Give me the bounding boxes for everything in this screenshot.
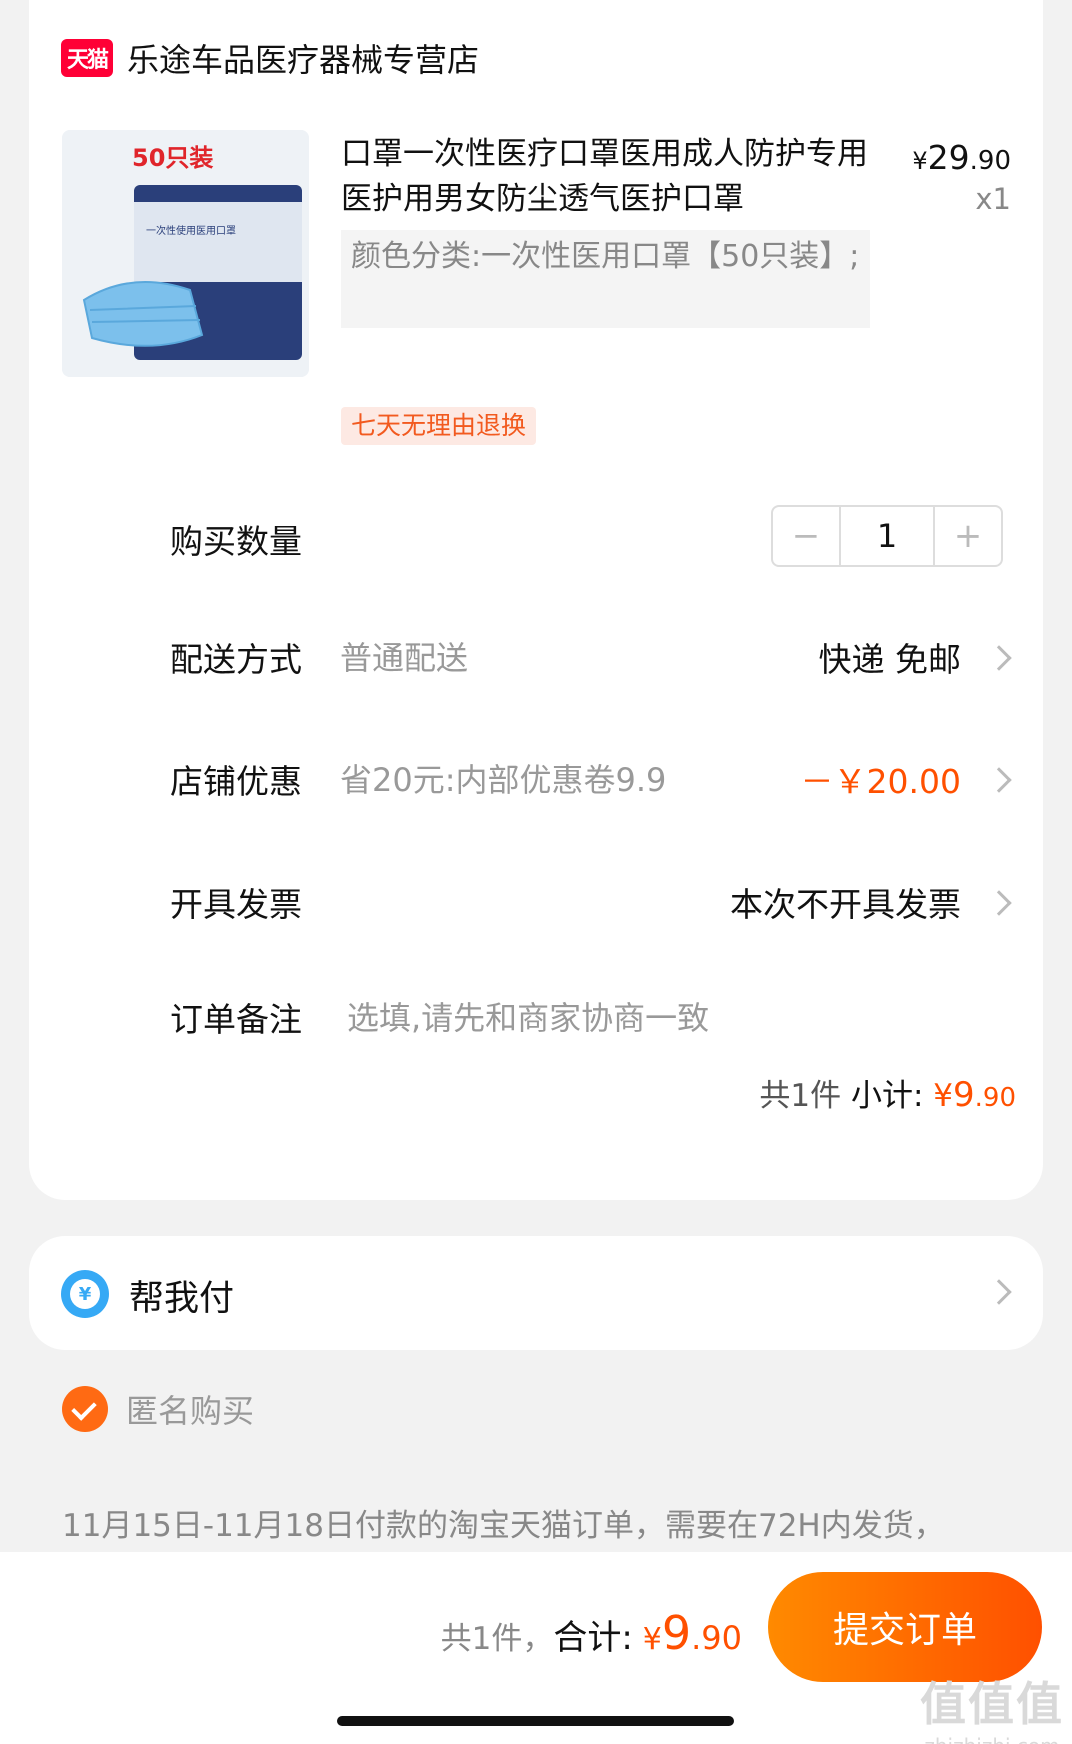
subtotal: 共1件 小计: ¥9.90 [759, 1070, 1016, 1115]
price-cents: .90 [969, 146, 1011, 176]
delivery-label: 配送方式 [170, 640, 302, 679]
invoice-value[interactable]: 本次不开具发票 [730, 878, 961, 926]
quantity-stepper[interactable]: − 1 + [771, 505, 1003, 567]
submit-order-button[interactable]: 提交订单 [768, 1572, 1042, 1682]
quantity-plus-button[interactable]: + [935, 507, 1001, 565]
delivery-sub: 普通配送 [340, 639, 469, 677]
return-policy-badge: 七天无理由退换 [341, 407, 537, 445]
price-int: 29 [927, 138, 970, 177]
product-quantity-mark: x1 [975, 182, 1011, 216]
quantity-label: 购买数量 [170, 522, 302, 561]
order-card: 天猫 乐途车品医疗器械专营店 50只装 一次性使用医用口罩 口罩一次性医疗口罩医… [29, 0, 1043, 1200]
mask-package-icon: 50只装 一次性使用医用口罩 [62, 130, 309, 377]
store-name[interactable]: 乐途车品医疗器械专营店 [127, 35, 479, 81]
sku-info[interactable]: 颜色分类:一次性医用口罩【50只装】; [341, 230, 870, 328]
yuan-coin-icon: ¥ [61, 1270, 109, 1318]
help-pay-row[interactable]: ¥ 帮我付 [29, 1236, 1043, 1350]
order-total: 共1件，合计: ¥9.90 [441, 1606, 742, 1660]
invoice-chevron-icon[interactable] [986, 890, 1012, 916]
checkout-bar: 共1件，合计: ¥9.90 提交订单 值值值 zhizhizhi.com [0, 1552, 1072, 1744]
price-currency: ¥ [912, 147, 928, 175]
total-count: 共1件， [440, 1621, 554, 1657]
coupon-label: 店铺优惠 [170, 762, 302, 801]
shipping-notice: 11月15日-11月18日付款的淘宝天猫订单，需要在72H内发货， [62, 1508, 945, 1544]
subtotal-amount: ¥9.90 [933, 1075, 1016, 1115]
subtotal-count: 共1件 [759, 1078, 842, 1114]
image-caption: 50只装 [132, 144, 213, 172]
remark-label: 订单备注 [170, 1000, 302, 1039]
tmall-logo-icon: 天猫 [61, 39, 113, 77]
anonymous-purchase-label[interactable]: 匿名购买 [126, 1386, 254, 1432]
coupon-chevron-icon[interactable] [986, 767, 1012, 793]
quantity-value[interactable]: 1 [839, 507, 935, 565]
coupon-value[interactable]: －￥20.00 [801, 755, 961, 803]
anonymous-purchase-toggle[interactable]: 匿名购买 [62, 1386, 254, 1432]
remark-input[interactable]: 选填,请先和商家协商一致 [347, 993, 709, 1039]
total-label: 合计: [553, 1618, 633, 1658]
invoice-label: 开具发票 [170, 885, 302, 924]
product-image[interactable]: 50只装 一次性使用医用口罩 [62, 130, 309, 377]
coupon-sub: 省20元:内部优惠卷9.9 [340, 761, 667, 799]
subtotal-label: 小计: [850, 1078, 924, 1114]
product-title[interactable]: 口罩一次性医疗口罩医用成人防护专用医护用男女防尘透气医护口罩 [341, 132, 881, 222]
home-indicator[interactable] [337, 1716, 734, 1726]
delivery-value[interactable]: 快递 免邮 [819, 633, 962, 681]
help-pay-chevron-icon[interactable] [986, 1279, 1012, 1305]
watermark: 值值值 zhizhizhi.com [920, 1677, 1064, 1744]
delivery-chevron-icon[interactable] [986, 645, 1012, 671]
total-amount: ¥9.90 [642, 1606, 742, 1660]
quantity-minus-button[interactable]: − [773, 507, 839, 565]
help-pay-label[interactable]: 帮我付 [129, 1270, 234, 1321]
product-price: ¥29.90 [912, 138, 1011, 177]
checkmark-icon[interactable] [62, 1386, 108, 1432]
store-header[interactable]: 天猫 乐途车品医疗器械专营店 [61, 35, 479, 81]
image-subtext: 一次性使用医用口罩 [146, 224, 236, 237]
